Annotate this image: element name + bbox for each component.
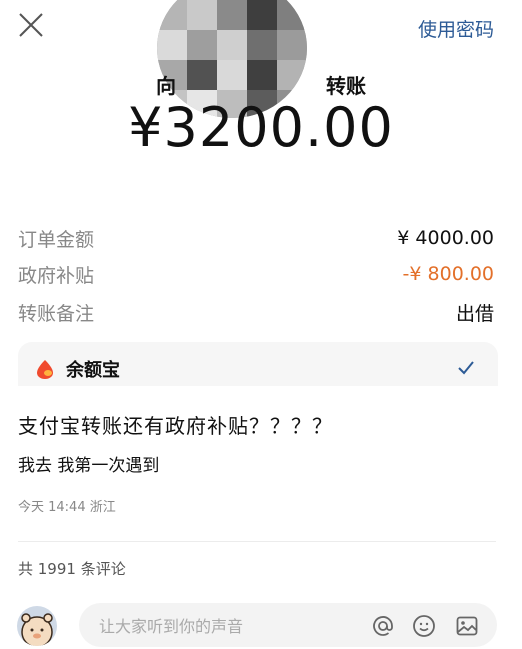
emoji-icon[interactable] [412,614,436,638]
use-password-link[interactable]: 使用密码 [418,15,494,42]
remark-value: 出借 [455,302,494,325]
pay-method: 余额宝 [34,356,120,382]
recipient-line: 向 转账 [0,70,522,99]
order-amount-label: 订单金额 [18,228,95,251]
remark-label: 转账备注 [18,302,95,325]
recipient-suffix: 转账 [326,74,366,98]
subsidy-label: 政府补贴 [18,264,95,287]
pay-method-label: 余额宝 [66,360,120,381]
checkmark-icon [458,361,474,375]
comment-box[interactable] [79,603,497,649]
post-body: 我去 我第一次遇到 [18,456,160,476]
post-time: 今天 14:44 [18,500,86,515]
yuebao-icon [37,360,53,379]
comment-count: 共 1991 条评论 [18,560,126,578]
recipient-prefix: 向 [156,74,176,98]
divider [18,541,496,542]
post-meta: 今天 14:44 浙江 [18,496,116,515]
close-icon[interactable] [16,10,46,40]
pay-method-option[interactable]: 余额宝 [18,342,498,386]
subsidy-value: -¥ 800.00 [402,263,494,285]
detail-row-order-amount: 订单金额 ¥ 4000.00 [18,223,494,253]
detail-row-remark: 转账备注 出借 [18,297,494,327]
comment-input[interactable] [97,603,341,649]
payment-amount: ¥3200.00 [128,96,394,159]
user-avatar[interactable] [17,606,57,646]
post-location: 浙江 [89,500,116,515]
detail-row-subsidy: 政府补贴 -¥ 800.00 [18,259,494,289]
post-title: 支付宝转账还有政府补贴？？？？ [18,414,333,438]
image-icon[interactable] [455,614,479,638]
order-amount-value: ¥ 4000.00 [397,227,494,249]
at-icon[interactable] [371,614,395,638]
